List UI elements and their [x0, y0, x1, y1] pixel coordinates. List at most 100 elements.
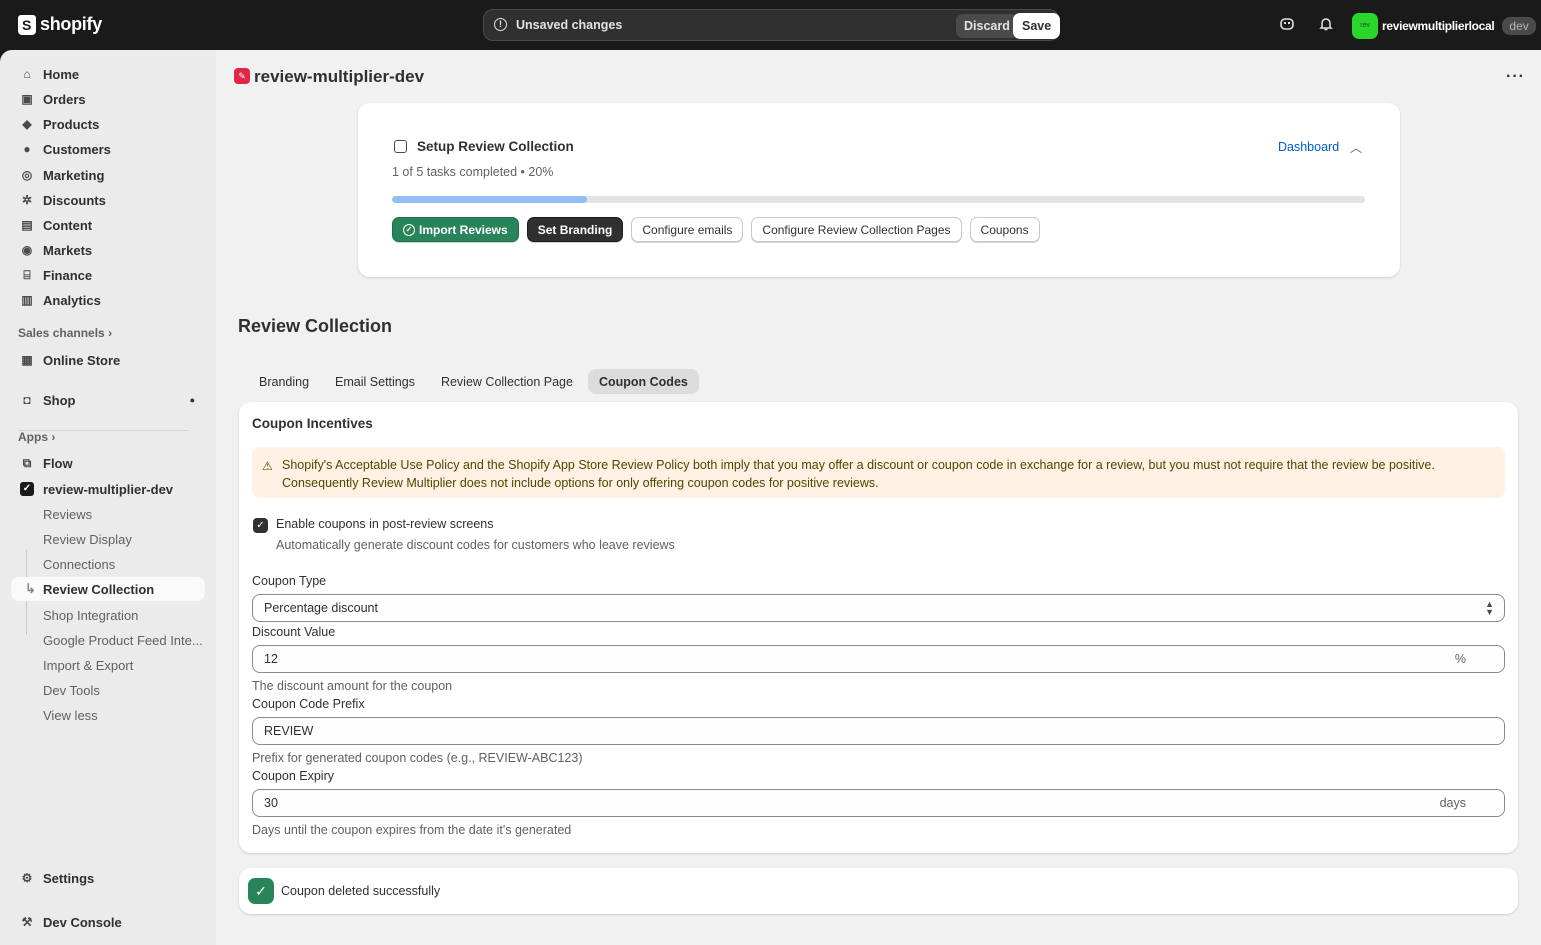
enable-coupons-label[interactable]: Enable coupons in post-review screens — [276, 517, 493, 531]
sidebar-subitem-reviews[interactable]: Reviews — [11, 502, 205, 526]
sidebar-item-dev-console[interactable]: ⚒ Dev Console — [11, 910, 205, 934]
expiry-help: Days until the coupon expires from the d… — [252, 823, 572, 837]
home-icon: ⌂ — [23, 67, 31, 81]
task-configure-emails-button[interactable]: Configure emails — [631, 217, 744, 242]
coupon-prefix-input[interactable]: REVIEW — [252, 717, 1505, 745]
chart-icon: ▥ — [21, 293, 33, 307]
info-icon: ! — [494, 18, 507, 31]
notification-dot-icon: ● — [189, 395, 195, 405]
enable-coupons-help: Automatically generate discount codes fo… — [276, 538, 675, 552]
sidebar-subitem-dev-tools[interactable]: Dev Tools — [11, 678, 205, 702]
save-button[interactable]: Save — [1013, 13, 1061, 39]
sidebar-item-orders[interactable]: ▣ Orders — [11, 87, 205, 111]
bank-icon: ⌸ — [23, 268, 31, 282]
check-icon: ✓ — [248, 878, 274, 904]
store-name: reviewmultiplierlocal — [1382, 19, 1495, 33]
unsaved-changes-text: Unsaved changes — [516, 18, 623, 32]
sidebar-item-flow[interactable]: ⧉ Flow — [11, 451, 205, 475]
sidebar-item-analytics[interactable]: ▥ Analytics — [11, 288, 205, 312]
person-icon: ● — [23, 142, 31, 156]
sidebar-subitem-connections[interactable]: Connections — [11, 552, 205, 576]
discount-value-label: Discount Value — [252, 625, 336, 639]
bell-icon[interactable] — [1317, 16, 1335, 34]
warning-icon: ⚠ — [262, 459, 273, 473]
apps-header[interactable]: Apps › — [18, 430, 55, 444]
sidebar-item-products[interactable]: ◆ Products — [11, 112, 205, 136]
tab-review-collection-page[interactable]: Review Collection Page — [430, 369, 584, 394]
shop-app-icon: ◘ — [23, 393, 31, 407]
sidebar-item-marketing[interactable]: ◎ Marketing — [11, 163, 205, 187]
setup-card: Setup Review Collection 1 of 5 tasks com… — [358, 103, 1400, 277]
sidebar-subitem-import-export[interactable]: Import & Export — [11, 653, 205, 677]
shopify-logo[interactable]: shopify — [18, 14, 102, 35]
sidebar-view-less[interactable]: View less — [11, 703, 205, 727]
gear-icon: ⚙ — [21, 871, 33, 885]
coupon-type-select[interactable]: Percentage discount ▲ ▼ — [252, 594, 1505, 622]
store-icon: ▦ — [21, 353, 33, 367]
brand-name: shopify — [40, 14, 102, 34]
sidebar-subitem-shop-integration[interactable]: Shop Integration — [11, 603, 205, 627]
setup-title: Setup Review Collection — [417, 139, 574, 154]
tab-email-settings[interactable]: Email Settings — [324, 369, 426, 394]
coupon-type-label: Coupon Type — [252, 574, 327, 588]
sidebar-item-customers[interactable]: ● Customers — [11, 137, 205, 161]
task-import-reviews-button[interactable]: ✓ Import Reviews — [392, 217, 519, 242]
globe-icon: ◉ — [21, 243, 33, 257]
discount-value-help: The discount amount for the coupon — [252, 679, 453, 693]
tab-coupon-codes[interactable]: Coupon Codes — [587, 369, 699, 394]
app-logo-icon: ✎ — [234, 68, 250, 84]
content-icon: ▤ — [21, 218, 33, 232]
chevron-up-icon[interactable]: ︿ — [1350, 139, 1362, 156]
sidebar-item-shop[interactable]: ◘ Shop ● — [11, 388, 205, 412]
sidebar-item-content[interactable]: ▤ Content — [11, 213, 205, 237]
sidebar-subitem-review-collection[interactable]: ↳ Review Collection — [11, 577, 205, 601]
check-circle-icon: ✓ — [403, 223, 415, 236]
sidebar-item-settings[interactable]: ⚙ Settings — [11, 866, 205, 890]
success-toast: ✓ Coupon deleted successfully — [239, 868, 1518, 914]
select-arrows-icon: ▲ ▼ — [1485, 599, 1494, 617]
policy-warning-banner: ⚠ Shopify's Acceptable Use Policy and th… — [252, 447, 1505, 498]
sidebar-subitem-google-feed[interactable]: Google Product Feed Inte... — [11, 628, 205, 652]
sidebar-item-finance[interactable]: ⌸ Finance — [11, 263, 205, 287]
sidekick-icon[interactable] — [1278, 16, 1296, 34]
tab-branding[interactable]: Branding — [248, 369, 320, 394]
task-buttons: ✓ Import Reviews Set Branding Configure e… — [392, 217, 1040, 242]
setup-progress-text: 1 of 5 tasks completed • 20% — [392, 165, 554, 179]
prefix-help: Prefix for generated coupon codes (e.g.,… — [252, 751, 583, 765]
setup-icon — [394, 140, 407, 153]
avatar: rev — [1352, 13, 1378, 39]
warning-text: Shopify's Acceptable Use Policy and the … — [282, 458, 1435, 490]
days-suffix: days — [1439, 796, 1466, 810]
sidebar-item-home[interactable]: ⌂ Home — [11, 62, 205, 86]
chevron-right-icon: › — [51, 430, 56, 444]
sidebar-item-review-multiplier[interactable]: ✓ review-multiplier-dev — [11, 477, 205, 501]
target-icon: ◎ — [21, 168, 33, 182]
store-menu[interactable]: rev reviewmultiplierlocal dev — [1352, 13, 1536, 39]
toast-message: Coupon deleted successfully — [281, 884, 441, 898]
task-configure-pages-button[interactable]: Configure Review Collection Pages — [751, 217, 962, 242]
enable-coupons-checkbox[interactable]: ✓ — [253, 518, 268, 533]
sidebar-item-markets[interactable]: ◉ Markets — [11, 238, 205, 262]
sales-channels-header[interactable]: Sales channels › — [18, 326, 112, 340]
section-title: Review Collection — [238, 316, 393, 336]
task-set-branding-button[interactable]: Set Branding — [526, 217, 624, 242]
unsaved-changes-bar: ! Unsaved changes Discard Save — [483, 9, 1061, 41]
task-coupons-button[interactable]: Coupons — [969, 217, 1040, 242]
coupon-expiry-input[interactable]: 30 days — [252, 789, 1505, 817]
shopify-bag-icon — [18, 14, 36, 35]
prefix-label: Coupon Code Prefix — [252, 697, 365, 711]
env-badge: dev — [1502, 17, 1536, 35]
sidebar-item-discounts[interactable]: ✲ Discounts — [11, 188, 205, 212]
tag-icon: ◆ — [22, 117, 32, 131]
wrench-icon: ⚒ — [21, 915, 33, 929]
discard-button[interactable]: Discard — [956, 14, 1018, 38]
sidebar-subitem-review-display[interactable]: Review Display — [11, 527, 205, 551]
dashboard-link[interactable]: Dashboard — [1278, 140, 1339, 154]
setup-progress-bar — [392, 196, 1365, 203]
sidebar: ⌂ Home ▣ Orders ◆ Products ● Customers ◎ Mark… — [0, 50, 216, 945]
more-actions-icon[interactable]: ··· — [1506, 68, 1525, 86]
sidebar-item-online-store[interactable]: ▦ Online Store — [11, 348, 205, 372]
main-content: ✎ review-multiplier-dev ··· Setup Review… — [216, 50, 1541, 945]
discount-value-input[interactable]: 12 % — [252, 645, 1505, 673]
chevron-right-icon: › — [108, 326, 113, 340]
